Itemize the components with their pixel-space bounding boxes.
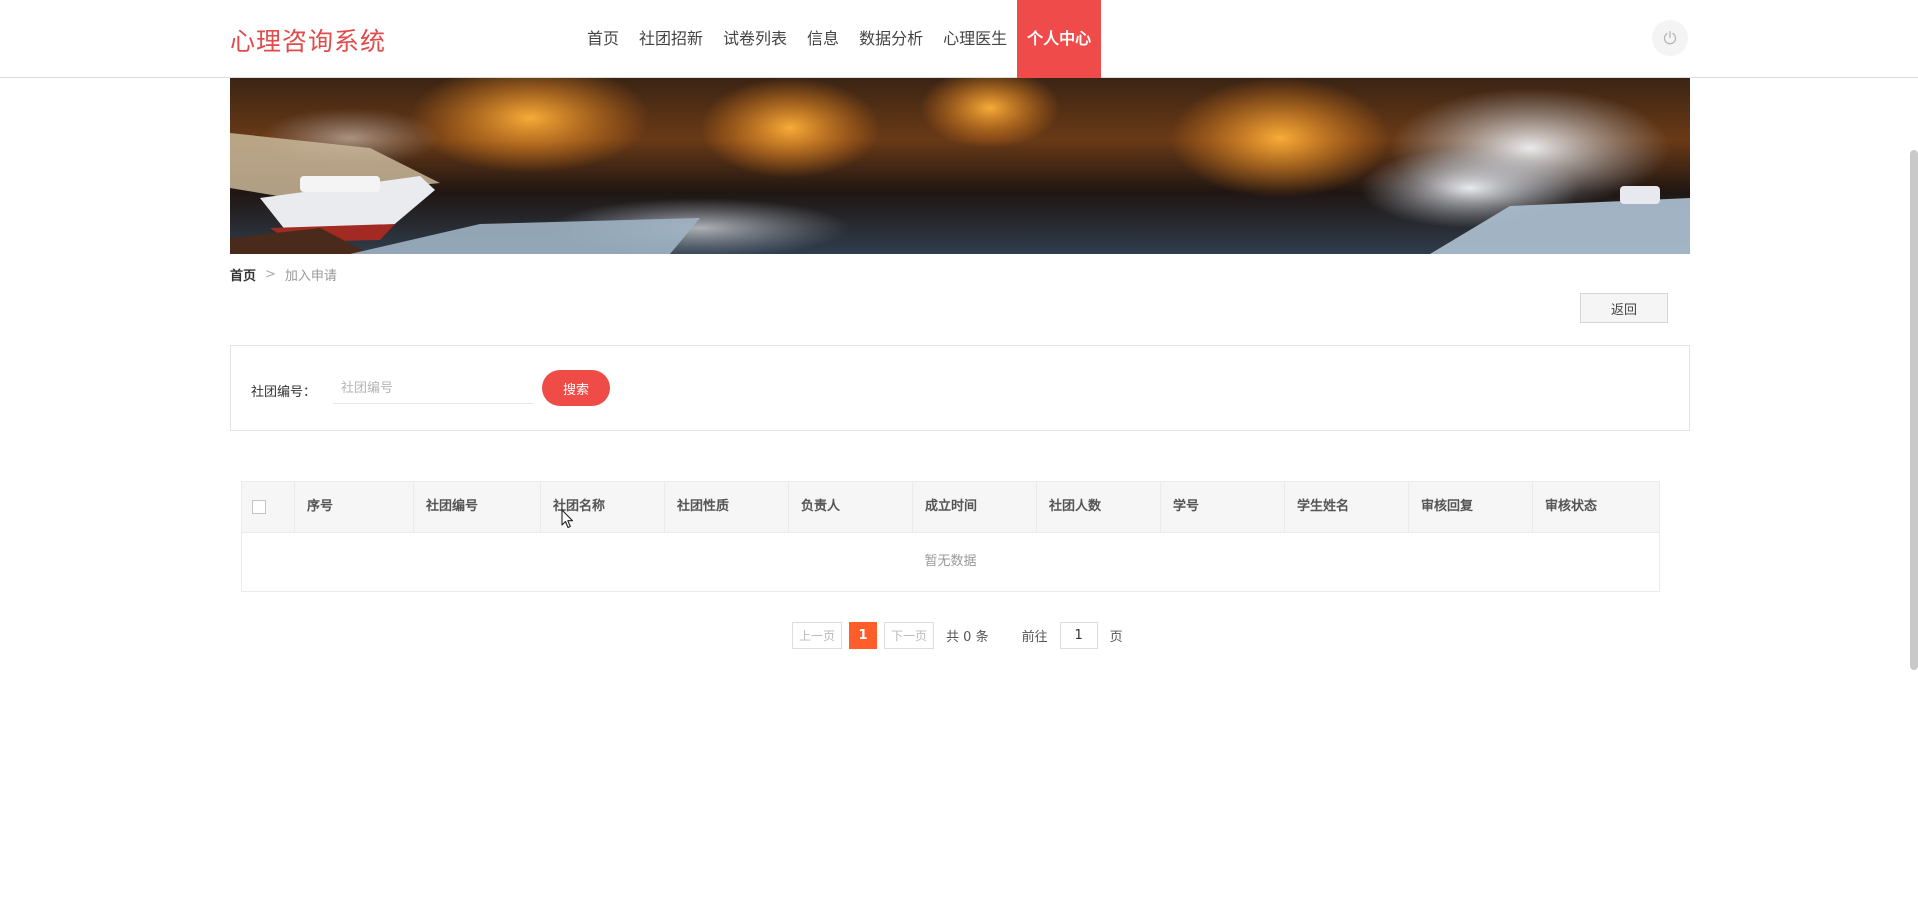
vertical-scrollbar[interactable] [1910, 150, 1918, 670]
site-logo[interactable]: 心理咨询系统 [230, 22, 386, 58]
goto-page-input[interactable] [1059, 622, 1098, 649]
banner-image [230, 78, 1690, 254]
column-header-student-id[interactable]: 学号 [1161, 482, 1285, 532]
mouse-cursor-icon [561, 509, 574, 529]
club-number-input[interactable] [333, 374, 533, 404]
column-header-club-nature[interactable]: 社团性质 [665, 482, 789, 532]
power-icon [1663, 30, 1677, 45]
top-header: 心理咨询系统 首页 社团招新 试卷列表 信息 数据分析 心理医生 个人中心 [0, 0, 1918, 78]
column-header-student-name[interactable]: 学生姓名 [1285, 482, 1409, 532]
club-number-label: 社团编号： [251, 385, 317, 400]
application-table: 序号 社团编号 社团名称 社团性质 负责人 成立时间 社团人数 学号 学生姓名 … [241, 481, 1660, 592]
next-page-button[interactable]: 下一页 [884, 622, 935, 649]
breadcrumb-separator: > [265, 267, 276, 282]
main-nav: 首页 社团招新 试卷列表 信息 数据分析 心理医生 个人中心 [577, 0, 1102, 78]
table-empty-state: 暂无数据 [924, 554, 977, 569]
select-all-checkbox[interactable] [252, 500, 266, 514]
select-all-cell [242, 482, 295, 532]
column-header-member-count[interactable]: 社团人数 [1037, 482, 1161, 532]
prev-page-button[interactable]: 上一页 [792, 622, 843, 649]
nav-item-home[interactable]: 首页 [577, 0, 629, 78]
nav-item-data-analysis[interactable]: 数据分析 [849, 0, 933, 78]
breadcrumb-home[interactable]: 首页 [230, 265, 256, 284]
nav-item-info[interactable]: 信息 [797, 0, 849, 78]
breadcrumb: 首页 > 加入申请 [230, 265, 337, 284]
page-number-current[interactable]: 1 [849, 622, 878, 649]
column-header-review-status[interactable]: 审核状态 [1533, 482, 1659, 532]
nav-item-exam-list[interactable]: 试卷列表 [713, 0, 797, 78]
back-button[interactable]: 返回 [1580, 293, 1668, 323]
total-count: 共 0 条 [946, 630, 989, 645]
column-header-club-name[interactable]: 社团名称 [541, 482, 665, 532]
logout-button[interactable] [1652, 20, 1688, 56]
search-button[interactable]: 搜索 [542, 370, 610, 406]
column-header-founded-date[interactable]: 成立时间 [913, 482, 1037, 532]
page-suffix-label: 页 [1109, 630, 1123, 645]
table-header: 序号 社团编号 社团名称 社团性质 负责人 成立时间 社团人数 学号 学生姓名 … [242, 482, 1659, 533]
breadcrumb-current: 加入申请 [284, 269, 337, 284]
search-panel: 社团编号： 搜索 [230, 345, 1690, 431]
column-header-leader[interactable]: 负责人 [789, 482, 913, 532]
column-header-club-number[interactable]: 社团编号 [414, 482, 541, 532]
lake-dock-picture [230, 78, 1690, 254]
goto-label: 前往 [1021, 630, 1048, 645]
column-header-review-reply[interactable]: 审核回复 [1409, 482, 1533, 532]
nav-item-club-recruit[interactable]: 社团招新 [629, 0, 713, 78]
pagination: 上一页 1 下一页 共 0 条 前往 页 [792, 622, 1123, 649]
column-header-index[interactable]: 序号 [295, 482, 414, 532]
nav-item-personal-center[interactable]: 个人中心 [1017, 0, 1102, 78]
nav-item-psych-doctor[interactable]: 心理医生 [933, 0, 1017, 78]
